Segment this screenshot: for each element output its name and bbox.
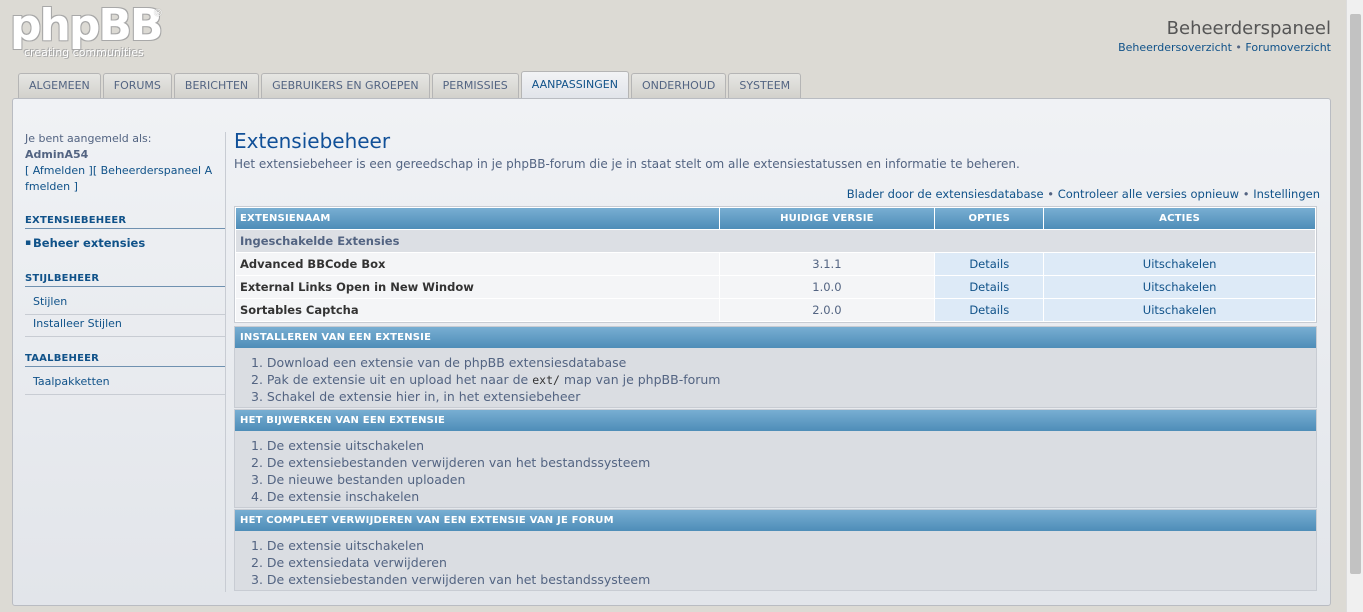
list-item: 3. De extensiebestanden verwijderen van … — [251, 572, 651, 587]
list-item: 3. Schakel de extensie hier in, in het e… — [251, 389, 581, 404]
phpbb-logo[interactable]: phpBB ® creating communities — [10, 4, 170, 64]
extension-name: Advanced BBCode Box — [236, 253, 719, 275]
login-username: AdminA54 — [25, 148, 89, 161]
enabled-extensions-label: Ingeschakelde Extensies — [236, 230, 1315, 252]
recheck-versions-link[interactable]: Controleer alle versies opnieuw — [1058, 187, 1239, 201]
install-extension-box: INSTALLEREN VAN EEN EXTENSIE 1. Download… — [234, 326, 1317, 408]
column-header-version: HUIDIGE VERSIE — [719, 208, 935, 229]
tab-berichten[interactable]: BERICHTEN — [173, 73, 260, 98]
table-row: Advanced BBCode Box 3.1.1 Details Uitsch… — [236, 253, 1315, 275]
tab-algemeen[interactable]: ALGEMEEN — [18, 73, 101, 98]
browse-extensions-database-link[interactable]: Blader door de extensiesdatabase — [847, 187, 1044, 201]
forum-index-link[interactable]: Forumoverzicht — [1245, 41, 1331, 54]
table-header-row: EXTENSIENAAM HUIDIGE VERSIE OPTIES ACTIE… — [236, 208, 1315, 229]
update-extension-box: HET BIJWERKEN VAN EEN EXTENSIE 1. De ext… — [234, 409, 1317, 508]
header-links: Beheerdersoverzicht • Forumoverzicht — [1118, 41, 1331, 54]
details-link[interactable]: Details — [935, 253, 1044, 275]
tab-permissies[interactable]: PERMISSIES — [431, 73, 519, 98]
disable-link[interactable]: Uitschakelen — [1044, 253, 1315, 275]
sidebar-heading-taalbeheer: TAALBEHEER — [25, 353, 225, 367]
list-item: 1. De extensie uitschakelen — [251, 538, 425, 553]
sidebar-item-installeer-stijlen[interactable]: Installeer Stijlen — [25, 316, 225, 332]
sidebar-separator — [225, 132, 226, 592]
tab-forums[interactable]: FORUMS — [102, 73, 172, 98]
sidebar-heading-stijlbeheer: STIJLBEHEER — [25, 273, 225, 287]
tab-onderhoud[interactable]: ONDERHOUD — [630, 73, 727, 98]
update-steps: 1. De extensie uitschakelen 2. De extens… — [235, 431, 1316, 507]
sidebar-divider — [25, 394, 225, 395]
sidebar-item-stijlen[interactable]: Stijlen — [25, 294, 225, 310]
scrollbar-thumb[interactable] — [1350, 14, 1361, 574]
list-item: 1. De extensie uitschakelen — [251, 438, 425, 453]
remove-steps: 1. De extensie uitschakelen 2. De extens… — [235, 531, 1316, 590]
extension-name: External Links Open in New Window — [236, 276, 719, 298]
install-steps: 1. Download een extensie van de phpBB ex… — [235, 348, 1316, 407]
extension-name: Sortables Captcha — [236, 299, 719, 321]
tab-aanpassingen[interactable]: AANPASSINGEN — [520, 71, 629, 98]
list-item: 3. De nieuwe bestanden uploaden — [251, 472, 466, 487]
ext-folder-code: ext/ — [532, 373, 560, 387]
extension-version: 2.0.0 — [719, 299, 935, 321]
details-link[interactable]: Details — [935, 276, 1044, 298]
column-header-actions: ACTIES — [1044, 208, 1315, 229]
step-text: map van je phpBB-forum — [559, 372, 721, 387]
step-text: 2. Pak de extensie uit en upload het naa… — [251, 372, 533, 387]
header-link-separator: • — [1231, 41, 1246, 54]
page-title: Extensiebeheer — [234, 129, 391, 153]
logo-registered-mark: ® — [153, 8, 163, 19]
list-item: 2. Pak de extensie uit en upload het naa… — [251, 371, 1316, 388]
logo-wordmark: phpBB — [10, 0, 163, 51]
extension-version: 3.1.1 — [719, 253, 935, 275]
logout-links-line2[interactable]: fmelden ] — [25, 179, 225, 195]
action-link-separator: • — [1239, 187, 1254, 201]
logout-links[interactable]: [ Afmelden ][ Beheerderspaneel A fmelden… — [25, 163, 225, 195]
column-header-name: EXTENSIENAAM — [236, 208, 719, 229]
main-content: Extensiebeheer Het extensiebeheer is een… — [234, 129, 1320, 591]
column-header-options: OPTIES — [935, 208, 1044, 229]
list-item: 2. De extensiedata verwijderen — [251, 555, 447, 570]
remove-heading: HET COMPLEET VERWIJDEREN VAN EEN EXTENSI… — [235, 510, 1316, 531]
update-heading: HET BIJWERKEN VAN EEN EXTENSIE — [235, 410, 1316, 431]
sidebar-item-label: Beheer extensies — [33, 236, 146, 250]
acp-panel: Je bent aangemeld als: AdminA54 [ Afmeld… — [12, 98, 1331, 606]
details-link[interactable]: Details — [935, 299, 1044, 321]
disable-link[interactable]: Uitschakelen — [1044, 276, 1315, 298]
action-links: Blader door de extensiesdatabase • Contr… — [234, 187, 1320, 201]
extension-version: 1.0.0 — [719, 276, 935, 298]
sidebar-item-taalpakketten[interactable]: Taalpakketten — [25, 374, 225, 390]
sidebar-heading-extensiebeheer: EXTENSIEBEHEER — [25, 215, 225, 229]
logout-links-line1[interactable]: [ Afmelden ][ Beheerderspaneel A — [25, 163, 225, 179]
page-scrollbar[interactable] — [1346, 0, 1363, 612]
sidebar-divider — [25, 314, 225, 315]
sidebar: Je bent aangemeld als: AdminA54 [ Afmeld… — [25, 132, 225, 395]
extensions-table: EXTENSIENAAM HUIDIGE VERSIE OPTIES ACTIE… — [234, 206, 1317, 323]
page-description: Het extensiebeheer is een gereedschap in… — [234, 157, 1020, 171]
table-row: External Links Open in New Window 1.0.0 … — [236, 276, 1315, 298]
sidebar-divider — [25, 336, 225, 337]
active-bullet-icon: ▪ — [25, 238, 32, 248]
tab-gebruikers-en-groepen[interactable]: GEBRUIKERS EN GROEPEN — [261, 73, 430, 98]
list-item: 4. De extensie inschakelen — [251, 489, 420, 504]
table-group-row: Ingeschakelde Extensies — [236, 230, 1315, 252]
login-label: Je bent aangemeld als: — [25, 132, 152, 145]
logo-tagline: creating communities — [24, 46, 144, 59]
table-row: Sortables Captcha 2.0.0 Details Uitschak… — [236, 299, 1315, 321]
disable-link[interactable]: Uitschakelen — [1044, 299, 1315, 321]
list-item: 2. De extensiebestanden verwijderen van … — [251, 455, 651, 470]
settings-link[interactable]: Instellingen — [1253, 187, 1320, 201]
admin-index-link[interactable]: Beheerdersoverzicht — [1118, 41, 1232, 54]
list-item: 1. Download een extensie van de phpBB ex… — [251, 355, 627, 370]
tab-systeem[interactable]: SYSTEEM — [728, 73, 802, 98]
main-tabs: ALGEMEEN FORUMS BERICHTEN GEBRUIKERS EN … — [18, 71, 803, 98]
sidebar-item-beheer-extensies[interactable]: ▪ Beheer extensies — [25, 235, 225, 251]
action-link-separator: • — [1043, 187, 1058, 201]
acp-title: Beheerderspaneel — [1166, 18, 1331, 39]
install-heading: INSTALLEREN VAN EEN EXTENSIE — [235, 327, 1316, 348]
remove-extension-box: HET COMPLEET VERWIJDEREN VAN EEN EXTENSI… — [234, 509, 1317, 591]
